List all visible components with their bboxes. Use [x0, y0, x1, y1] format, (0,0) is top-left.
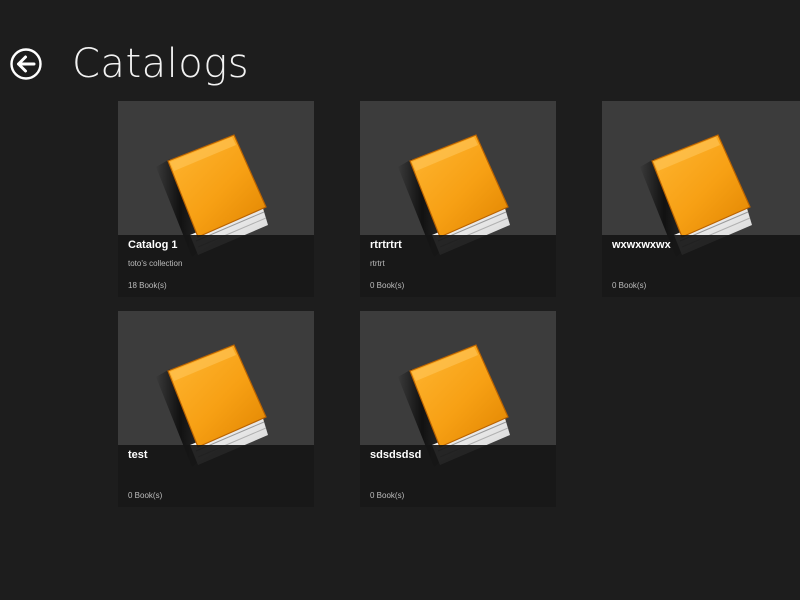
catalogs-page: Catalogs Catalog 1 toto's collection 18 … — [0, 0, 800, 600]
back-button[interactable] — [10, 48, 42, 80]
catalog-book-count: 18 Book(s) — [128, 281, 167, 290]
page-title: Catalogs — [72, 41, 250, 87]
catalog-description: rtrtrt — [370, 259, 385, 268]
tile-info-panel: sdsdsdsd 0 Book(s) — [360, 445, 556, 507]
catalog-name: test — [128, 449, 148, 461]
back-arrow-icon — [10, 48, 42, 80]
tile-info-panel: wxwxwxwx 0 Book(s) — [602, 235, 800, 297]
catalog-book-count: 0 Book(s) — [370, 281, 405, 290]
catalog-tile-catalog-1[interactable]: Catalog 1 toto's collection 18 Book(s) — [118, 101, 314, 297]
catalog-book-count: 0 Book(s) — [612, 281, 647, 290]
catalog-book-count: 0 Book(s) — [128, 491, 163, 500]
tile-info-panel: rtrtrtrt rtrtrt 0 Book(s) — [360, 235, 556, 297]
catalog-tile-wxwxwxwx[interactable]: wxwxwxwx 0 Book(s) — [602, 101, 800, 297]
catalog-name: Catalog 1 — [128, 239, 178, 251]
catalog-description: toto's collection — [128, 259, 183, 268]
catalog-tile-rtrtrtrt[interactable]: rtrtrtrt rtrtrt 0 Book(s) — [360, 101, 556, 297]
catalog-name: rtrtrtrt — [370, 239, 402, 251]
tile-info-panel: test 0 Book(s) — [118, 445, 314, 507]
catalog-book-count: 0 Book(s) — [370, 491, 405, 500]
tile-info-panel: Catalog 1 toto's collection 18 Book(s) — [118, 235, 314, 297]
catalog-tile-sdsdsdsd[interactable]: sdsdsdsd 0 Book(s) — [360, 311, 556, 507]
catalog-tile-test[interactable]: test 0 Book(s) — [118, 311, 314, 507]
catalog-name: sdsdsdsd — [370, 449, 422, 461]
catalog-name: wxwxwxwx — [612, 239, 671, 251]
